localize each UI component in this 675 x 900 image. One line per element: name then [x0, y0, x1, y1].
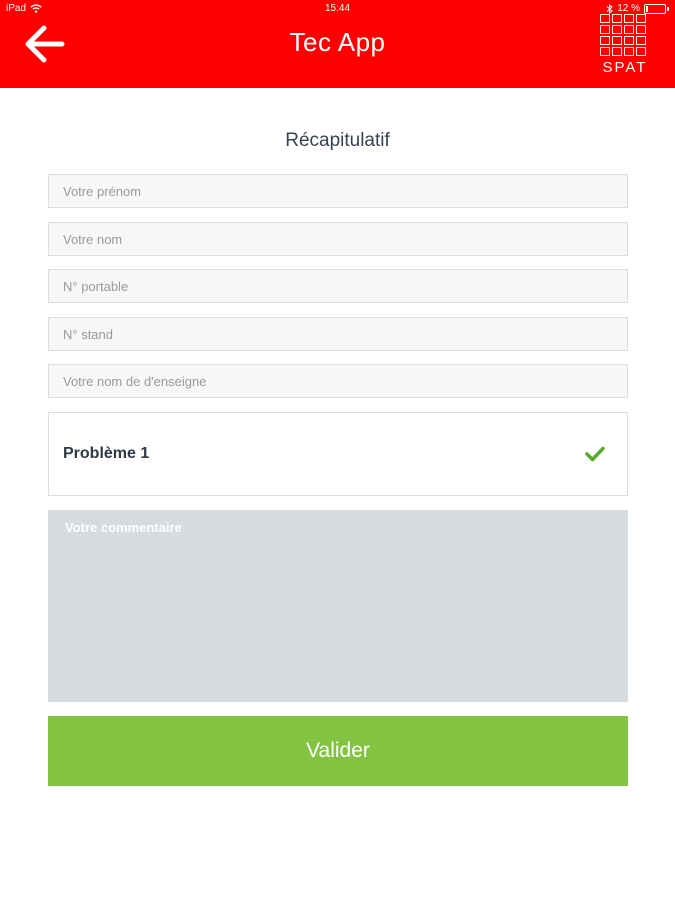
battery-fill	[646, 5, 648, 12]
battery-tip	[667, 6, 669, 11]
problem-label: Problème 1	[63, 445, 150, 462]
battery-icon	[644, 3, 666, 14]
status-bar: iPad 15:44 12 %	[0, 0, 675, 18]
problem-row[interactable]: Problème 1	[48, 412, 628, 496]
first-name-field[interactable]	[48, 174, 628, 208]
check-icon	[585, 446, 605, 462]
brand-name-field[interactable]	[48, 364, 628, 398]
status-right: 12 %	[606, 3, 669, 14]
status-time: 15:44	[324, 3, 351, 14]
comment-textarea[interactable]	[48, 510, 628, 702]
spat-logo: SPAT	[598, 14, 652, 76]
stand-number-field[interactable]	[48, 317, 628, 351]
phone-field[interactable]	[48, 269, 628, 303]
last-name-field[interactable]	[48, 222, 628, 256]
app-header: iPad 15:44 12 % Tec App SPAT	[0, 0, 675, 88]
bluetooth-icon	[606, 3, 613, 14]
page-title: Récapitulatif	[285, 130, 390, 151]
logo-text: SPAT	[602, 59, 648, 76]
submit-button[interactable]: Valider	[48, 716, 628, 786]
logo-grid-icon	[600, 14, 652, 56]
app-title: Tec App	[289, 27, 386, 57]
battery-percent: 12 %	[617, 3, 640, 14]
